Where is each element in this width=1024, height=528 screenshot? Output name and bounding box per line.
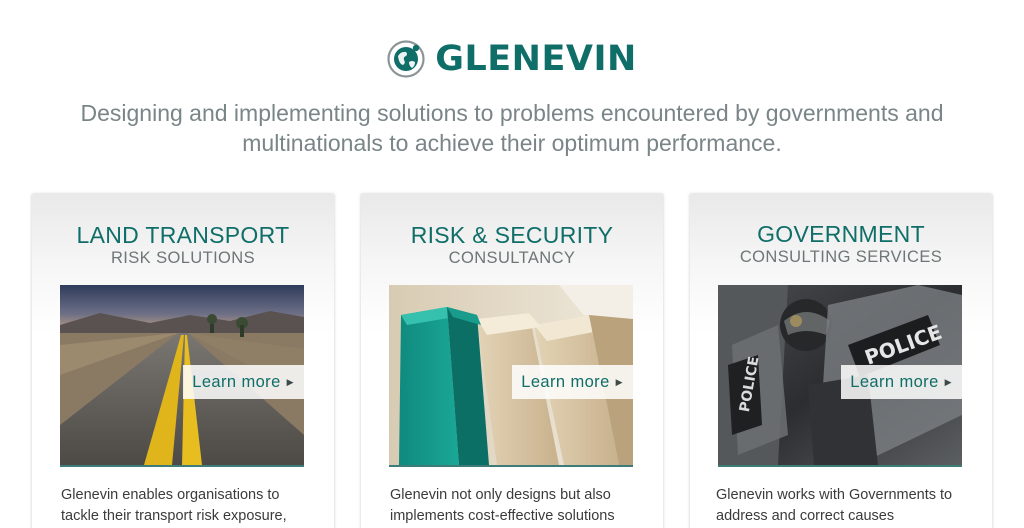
learn-more-button[interactable]: Learn more ▶ bbox=[512, 365, 633, 399]
play-arrow-icon: ▶ bbox=[944, 377, 952, 387]
logo[interactable]: GLENEVIN bbox=[0, 38, 1024, 80]
globe-icon bbox=[387, 40, 425, 78]
service-card-risk-security: RISK & SECURITY CONSULTANCY Learn more ▶… bbox=[361, 194, 663, 528]
divider bbox=[389, 465, 633, 467]
card-title: LAND TRANSPORT bbox=[76, 222, 290, 248]
service-card-government: GOVERNMENT CONSULTING SERVICES POLICE PO… bbox=[690, 194, 992, 528]
card-description: Glenevin not only designs but also imple… bbox=[390, 487, 615, 524]
logo-wordmark: GLENEVIN bbox=[435, 39, 637, 79]
wooden-blocks-photo[interactable]: Learn more ▶ bbox=[389, 285, 633, 465]
service-card-land-transport: LAND TRANSPORT RISK SOLUTIONS Learn more… bbox=[32, 194, 334, 528]
card-subtitle: CONSULTANCY bbox=[448, 249, 576, 267]
divider bbox=[60, 465, 304, 467]
learn-more-button[interactable]: Learn more ▶ bbox=[183, 365, 304, 399]
play-arrow-icon: ▶ bbox=[615, 377, 623, 387]
riot-police-photo[interactable]: POLICE POLICE Learn more ▶ bbox=[718, 285, 962, 465]
play-arrow-icon: ▶ bbox=[286, 377, 294, 387]
tagline: Designing and implementing solutions to … bbox=[80, 100, 944, 156]
card-subtitle: RISK SOLUTIONS bbox=[110, 249, 256, 267]
card-description: Glenevin works with Governments to addre… bbox=[716, 487, 953, 524]
learn-more-label: Learn more bbox=[192, 373, 281, 391]
card-subtitle: CONSULTING SERVICES bbox=[739, 248, 943, 266]
card-title: GOVERNMENT bbox=[757, 221, 925, 247]
road-photo[interactable]: Learn more ▶ bbox=[60, 285, 304, 465]
learn-more-label: Learn more bbox=[850, 373, 939, 391]
page: GLENEVIN Designing and implementing solu… bbox=[0, 0, 1024, 528]
divider bbox=[718, 465, 962, 467]
learn-more-label: Learn more bbox=[521, 373, 610, 391]
card-description: Glenevin enables organisations to tackle… bbox=[61, 487, 287, 524]
card-title: RISK & SECURITY bbox=[410, 222, 614, 248]
learn-more-button[interactable]: Learn more ▶ bbox=[841, 365, 962, 399]
